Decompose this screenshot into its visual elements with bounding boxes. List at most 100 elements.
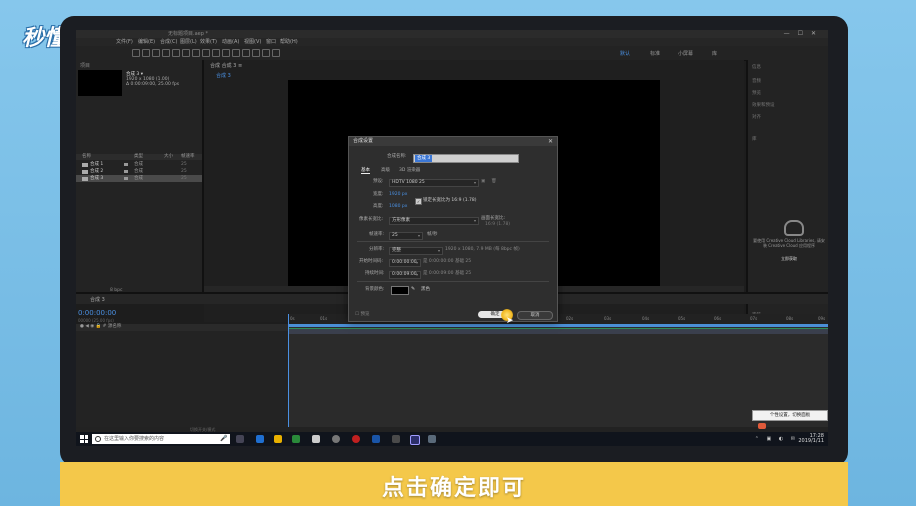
app-icon[interactable] xyxy=(332,435,340,443)
col-size[interactable]: 大小 xyxy=(164,154,173,160)
workspace-standard[interactable]: 标准 xyxy=(650,50,660,57)
layer-duration-bar[interactable] xyxy=(288,328,828,334)
cc-get-link[interactable]: 立即获取 xyxy=(752,256,826,261)
close-icon[interactable]: ✕ xyxy=(548,137,553,146)
col-fps[interactable]: 帧速率 xyxy=(181,154,195,160)
workspace-small-screen[interactable]: 小屏幕 xyxy=(678,50,693,57)
preview-checkbox[interactable]: ☐ 预览 xyxy=(355,311,369,317)
save-preset-icon[interactable]: ▣ xyxy=(481,179,485,185)
lock-aspect-checkbox[interactable]: ✓ xyxy=(415,198,422,205)
edge-icon[interactable] xyxy=(256,435,264,443)
shape-tool-icon[interactable] xyxy=(202,49,210,57)
eyedropper-icon[interactable]: ✎ xyxy=(411,286,415,292)
brush-tool-icon[interactable] xyxy=(232,49,240,57)
playhead[interactable] xyxy=(288,314,289,427)
frame-rate-select[interactable]: 25 xyxy=(389,232,423,240)
windows-start-icon[interactable] xyxy=(80,435,88,443)
timeline-tab[interactable]: 合成 3 xyxy=(90,296,105,303)
window-controls[interactable]: —☐✕ xyxy=(784,30,824,38)
pixel-aspect-select[interactable]: 方形像素 xyxy=(389,217,479,225)
work-area-bar[interactable] xyxy=(288,324,828,327)
rotate-tool-icon[interactable] xyxy=(172,49,180,57)
stamp-tool-icon[interactable] xyxy=(242,49,250,57)
mouse-cursor-icon: ➤ xyxy=(506,316,514,326)
clock[interactable]: 17:28 2019/1/11 xyxy=(798,434,824,444)
panel-effects[interactable]: 效果和预设 xyxy=(752,102,775,108)
puppet-tool-icon[interactable] xyxy=(272,49,280,57)
menu-window[interactable]: 窗口 xyxy=(266,38,276,46)
project-row[interactable]: 合成 2 合成 25 xyxy=(76,168,202,175)
viewer-tab[interactable]: 合成 合成 3 ≡ xyxy=(210,62,242,69)
col-name[interactable]: 名称 xyxy=(82,154,91,160)
comp-name-value: 合成 3 xyxy=(415,155,433,162)
menu-file[interactable]: 文件(F) xyxy=(116,38,133,46)
viewer-subtab[interactable]: 合成 3 xyxy=(216,72,231,79)
system-tray-icons[interactable]: ⌃ ▣ ◐ ✉ xyxy=(755,436,798,442)
start-timecode-label: 开始时间码: xyxy=(359,259,384,264)
tab-advanced[interactable]: 高级 xyxy=(381,167,390,173)
duration-input[interactable]: 0:00:09:00 xyxy=(389,271,421,279)
right-panels: 信息 音频 预览 效果和预设 对齐 库 要使用 Creative Cloud L… xyxy=(746,60,828,326)
col-type[interactable]: 类型 xyxy=(134,154,143,160)
menu-help[interactable]: 帮助(H) xyxy=(280,38,298,46)
menu-effect[interactable]: 效果(T) xyxy=(200,38,217,46)
bg-color-name: 黑色 xyxy=(421,287,430,292)
panel-info[interactable]: 信息 xyxy=(752,64,761,70)
project-row[interactable]: 合成 1 合成 25 xyxy=(76,161,202,168)
pen-tool-icon[interactable] xyxy=(212,49,220,57)
cancel-button[interactable]: 取消 xyxy=(517,311,553,320)
roto-tool-icon[interactable] xyxy=(262,49,270,57)
panel-library[interactable]: 库 xyxy=(752,136,757,142)
workspace-library[interactable]: 库 xyxy=(712,50,717,57)
height-value[interactable]: 1080 px xyxy=(389,204,407,210)
project-tab[interactable]: 项目 xyxy=(80,62,90,69)
zoom-tool-icon[interactable] xyxy=(162,49,170,57)
timecode-frames: 00000 (25.00 fps) xyxy=(78,318,114,323)
select-tool-icon[interactable] xyxy=(142,49,150,57)
task-view-icon[interactable] xyxy=(236,435,244,443)
width-value[interactable]: 1920 px xyxy=(389,192,407,198)
panel-align[interactable]: 对齐 xyxy=(752,114,761,120)
workspace-default[interactable]: 默认 xyxy=(620,50,630,57)
pan-tool-icon[interactable] xyxy=(192,49,200,57)
camera-tool-icon[interactable] xyxy=(182,49,190,57)
tick-label: 04s xyxy=(642,316,650,321)
tab-3d-renderer[interactable]: 3D 渲染器 xyxy=(399,167,420,173)
start-timecode-input[interactable]: 0:00:00:00 xyxy=(389,259,421,267)
layer-list[interactable] xyxy=(76,331,288,427)
preset-value: HDTV 1080 25 xyxy=(392,180,425,185)
resolution-select[interactable]: 完整 xyxy=(389,247,443,255)
current-timecode[interactable]: 0:00:00:00 xyxy=(78,310,116,317)
project-row[interactable]: 合成 3 合成 25 xyxy=(76,175,202,182)
hand-tool-icon[interactable] xyxy=(152,49,160,57)
bg-color-swatch[interactable] xyxy=(391,286,409,295)
menu-animation[interactable]: 动画(A) xyxy=(222,38,239,46)
menu-composition[interactable]: 合成(C) xyxy=(160,38,177,46)
menu-view[interactable]: 视图(V) xyxy=(244,38,261,46)
app-icon[interactable] xyxy=(392,435,400,443)
microphone-icon[interactable]: 🎤 xyxy=(220,436,227,442)
store-icon[interactable] xyxy=(292,435,300,443)
file-explorer-icon[interactable] xyxy=(274,435,282,443)
timeline-tracks[interactable]: 0s 01s 02s 03s 04s 05s 06s 07s 08s 09s xyxy=(288,314,828,427)
panel-preview[interactable]: 预览 xyxy=(752,90,761,96)
app-icon[interactable] xyxy=(428,435,436,443)
mail-icon[interactable] xyxy=(312,435,320,443)
label-tag xyxy=(124,177,128,180)
home-tool-icon[interactable] xyxy=(132,49,140,57)
eraser-tool-icon[interactable] xyxy=(252,49,260,57)
delete-preset-icon[interactable]: 🗑 xyxy=(491,179,497,185)
word-icon[interactable] xyxy=(372,435,380,443)
windows-taskbar: 在这里输入你要搜索的内容 🎤 ⌃ ▣ ◐ ✉ 17:28 2019/1/11 xyxy=(76,432,828,446)
menu-edit[interactable]: 编辑(E) xyxy=(138,38,155,46)
after-effects-icon[interactable] xyxy=(410,435,420,445)
menu-layer[interactable]: 图层(L) xyxy=(180,38,197,46)
comp-name-input[interactable]: 合成 3 xyxy=(413,154,519,163)
taskbar-search[interactable]: 在这里输入你要搜索的内容 🎤 xyxy=(92,434,230,444)
app-icon[interactable] xyxy=(352,435,360,443)
preset-select[interactable]: HDTV 1080 25 xyxy=(389,179,479,187)
text-tool-icon[interactable] xyxy=(222,49,230,57)
panel-audio[interactable]: 音频 xyxy=(752,78,761,84)
ime-icon[interactable] xyxy=(758,423,766,429)
tab-basic[interactable]: 基本 xyxy=(361,167,370,174)
